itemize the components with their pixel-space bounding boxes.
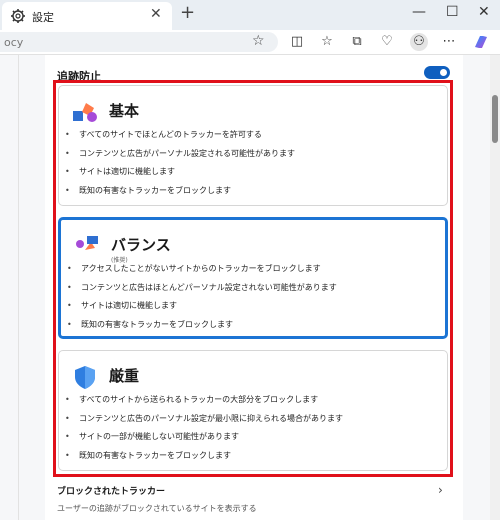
close-tab-icon[interactable]: ✕ xyxy=(150,6,162,22)
list-item: アクセスしたことがないサイトからのトラッカーをブロックします xyxy=(67,263,337,282)
list-item: サイトは適切に機能します xyxy=(67,300,337,319)
level-bullet-list: すべてのサイトから送られるトラッカーの大部分をブロックします コンテンツと広告の… xyxy=(65,394,343,468)
copilot-icon[interactable] xyxy=(472,33,490,51)
list-item: コンテンツと広告はほとんどパーソナル設定されない可能性があります xyxy=(67,282,337,301)
collections-icon[interactable]: ⧉ xyxy=(348,33,366,51)
chevron-right-icon[interactable]: › xyxy=(438,483,443,497)
address-bar[interactable]: ocy ☆ xyxy=(0,32,278,52)
more-menu-icon[interactable]: ⋯ xyxy=(440,33,458,51)
list-item: 既知の有害なトラッカーをブロックします xyxy=(65,185,295,204)
tracking-level-strict[interactable]: 厳重 すべてのサイトから送られるトラッカーの大部分をブロックします コンテンツと… xyxy=(58,350,448,471)
list-item: サイトの一部が機能しない可能性があります xyxy=(65,431,343,450)
nav-divider xyxy=(18,55,19,520)
list-item: すべてのサイトでほとんどのトラッカーを許可する xyxy=(65,129,295,148)
new-tab-button[interactable]: + xyxy=(180,2,195,23)
list-item: すべてのサイトから送られるトラッカーの大部分をブロックします xyxy=(65,394,343,413)
balanced-shapes-icon xyxy=(76,236,98,250)
list-item: コンテンツと広告がパーソナル設定される可能性があります xyxy=(65,148,295,167)
favorites-icon[interactable]: ☆ xyxy=(318,33,336,51)
basic-shapes-icon xyxy=(73,103,97,122)
tracking-prevention-toggle[interactable] xyxy=(424,66,450,79)
scrollbar-thumb[interactable] xyxy=(492,95,498,143)
toolbar: ocy ☆ ◫ ☆ ⧉ ♡ ⚇ ⋯ xyxy=(0,30,500,55)
level-name: 基本 xyxy=(109,102,140,120)
favorite-star-icon[interactable]: ☆ xyxy=(252,33,265,49)
level-bullet-list: すべてのサイトでほとんどのトラッカーを許可する コンテンツと広告がパーソナル設定… xyxy=(65,129,295,203)
tab-title: 設定 xyxy=(32,11,54,24)
maximize-button[interactable]: ☐ xyxy=(446,4,459,20)
list-item: サイトは適切に機能します xyxy=(65,166,295,185)
browser-essentials-icon[interactable]: ♡ xyxy=(378,33,396,51)
list-item: 既知の有害なトラッカーをブロックします xyxy=(67,319,337,338)
blocked-trackers-desc: ユーザーの追跡がブロックされているサイトを表示する xyxy=(57,504,257,513)
level-name: 厳重 xyxy=(109,367,140,385)
close-window-button[interactable]: ✕ xyxy=(478,4,490,20)
minimize-button[interactable]: — xyxy=(412,4,426,20)
blocked-trackers-link[interactable]: ブロックされたトラッカー xyxy=(57,484,165,497)
tab-strip: 設定 ✕ + — ☐ ✕ xyxy=(0,0,500,30)
level-bullet-list: アクセスしたことがないサイトからのトラッカーをブロックします コンテンツと広告は… xyxy=(67,263,337,337)
tab-settings[interactable]: 設定 ✕ xyxy=(2,2,172,30)
list-item: 既知の有害なトラッカーをブロックします xyxy=(65,450,343,469)
split-screen-icon[interactable]: ◫ xyxy=(288,33,306,51)
tracking-level-balanced[interactable]: バランス (推奨) アクセスしたことがないサイトからのトラッカーをブロックします… xyxy=(58,217,448,339)
shield-icon xyxy=(75,366,95,389)
address-text: ocy xyxy=(4,36,24,49)
tracking-level-basic[interactable]: 基本 すべてのサイトでほとんどのトラッカーを許可する コンテンツと広告がパーソナ… xyxy=(58,85,448,206)
level-name: バランス xyxy=(111,236,171,254)
gear-icon xyxy=(11,9,25,23)
profile-avatar-icon[interactable]: ⚇ xyxy=(410,33,428,51)
list-item: コンテンツと広告のパーソナル設定が最小限に抑えられる場合があります xyxy=(65,413,343,432)
